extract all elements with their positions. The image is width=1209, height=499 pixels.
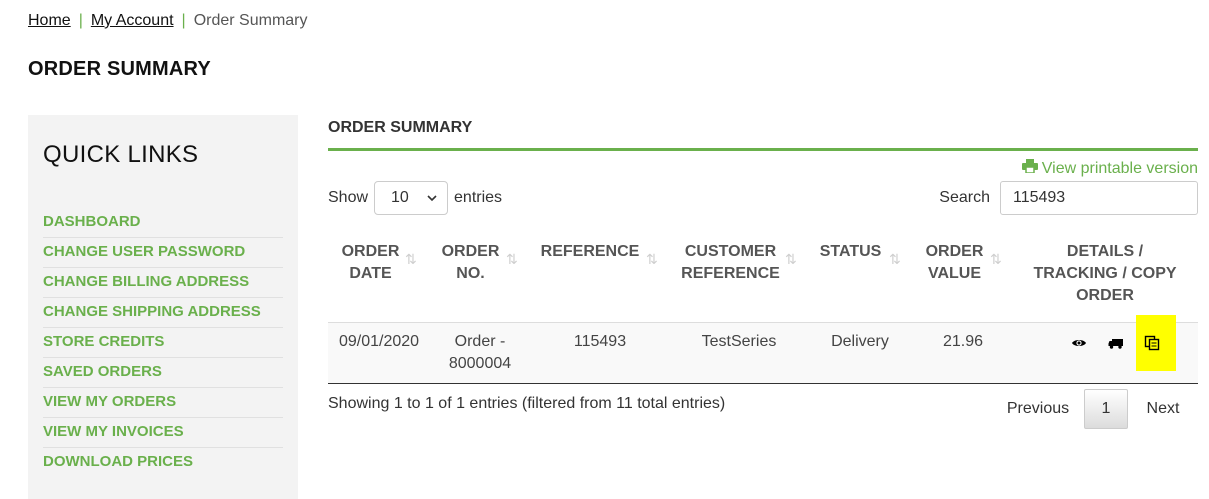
page-title: ORDER SUMMARY <box>28 58 211 80</box>
table-header-row: ORDER DATE ⇅ ORDER NO. ⇅ REFERENCE ⇅ CUS… <box>328 233 1198 323</box>
header-reference-line1: REFERENCE <box>540 243 640 260</box>
header-order-no[interactable]: ORDER NO. <box>438 241 503 285</box>
sidebar-item-change-user-password[interactable]: CHANGE USER PASSWORD <box>43 238 283 268</box>
sort-icon[interactable]: ⇅ <box>990 251 1002 268</box>
cell-order-no-line2: 8000004 <box>448 355 512 372</box>
sidebar-menu: DASHBOARD CHANGE USER PASSWORD CHANGE BI… <box>43 208 283 478</box>
header-order-value-line2: VALUE <box>927 265 982 282</box>
breadcrumb-separator: | <box>78 12 83 29</box>
previous-page-button[interactable]: Previous <box>992 389 1084 429</box>
orders-table: ORDER DATE ⇅ ORDER NO. ⇅ REFERENCE ⇅ CUS… <box>328 233 1198 384</box>
entries-select[interactable]: 10 <box>374 181 449 215</box>
cell-order-no: Order - 8000004 <box>436 331 524 375</box>
header-order-value-line1: ORDER <box>925 243 984 260</box>
header-reference[interactable]: REFERENCE <box>540 241 640 263</box>
cell-customer-reference: TestSeries <box>701 333 777 350</box>
cell-order-date: 09/01/2020 <box>338 333 420 350</box>
header-customer-reference-line1: CUSTOMER <box>684 243 777 260</box>
header-order-no-line2: NO. <box>456 265 485 282</box>
show-label: Show <box>328 189 369 206</box>
page-1-button[interactable]: 1 <box>1084 389 1128 429</box>
pagination: Previous 1 Next <box>992 389 1198 429</box>
search-control: Search 115493 <box>939 181 1198 215</box>
header-details-line3: ORDER <box>1076 287 1134 304</box>
chevron-down-icon <box>427 189 437 207</box>
entries-label: entries <box>454 189 503 206</box>
quick-links-sidebar: QUICK LINKS DASHBOARD CHANGE USER PASSWO… <box>28 115 298 499</box>
header-order-no-line1: ORDER <box>441 243 500 260</box>
table-controls: Show 10 entries Search 115493 <box>328 181 1198 215</box>
sort-icon[interactable]: ⇅ <box>785 251 797 268</box>
header-customer-reference[interactable]: CUSTOMER REFERENCE <box>678 241 783 285</box>
sidebar-item-store-credits[interactable]: STORE CREDITS <box>43 328 283 358</box>
header-status-line1: STATUS <box>819 243 882 260</box>
section-heading: ORDER SUMMARY <box>328 115 1198 151</box>
cell-status: Delivery <box>831 333 889 350</box>
sidebar-item-view-my-invoices[interactable]: VIEW MY INVOICES <box>43 418 283 448</box>
sidebar-item-saved-orders[interactable]: SAVED ORDERS <box>43 358 283 388</box>
header-order-date-line1: ORDER <box>341 243 400 260</box>
print-icon <box>1021 159 1038 178</box>
copy-icon[interactable] <box>1144 335 1160 351</box>
header-order-date-line2: DATE <box>349 265 392 282</box>
next-page-button[interactable]: Next <box>1128 389 1198 429</box>
search-input[interactable]: 115493 <box>1000 181 1198 215</box>
sort-icon[interactable]: ⇅ <box>405 251 417 268</box>
sidebar-item-change-shipping-address[interactable]: CHANGE SHIPPING ADDRESS <box>43 298 283 328</box>
header-status[interactable]: STATUS <box>818 241 883 263</box>
cell-order-value: 21.96 <box>942 333 984 350</box>
breadcrumb: Home | My Account | Order Summary <box>28 12 308 30</box>
truck-icon[interactable] <box>1108 335 1124 351</box>
breadcrumb-separator: | <box>181 12 186 29</box>
cell-reference: 115493 <box>573 333 627 350</box>
header-details-line2: TRACKING / COPY <box>1033 265 1177 282</box>
sidebar-title: QUICK LINKS <box>43 141 199 168</box>
sidebar-item-change-billing-address[interactable]: CHANGE BILLING ADDRESS <box>43 268 283 298</box>
sort-icon[interactable]: ⇅ <box>646 251 658 268</box>
breadcrumb-current: Order Summary <box>193 12 308 29</box>
header-order-date[interactable]: ORDER DATE <box>338 241 403 285</box>
sort-icon[interactable]: ⇅ <box>506 251 518 268</box>
header-details-line1: DETAILS / <box>1066 243 1144 260</box>
header-details: DETAILS / TRACKING / COPY ORDER <box>1028 241 1182 307</box>
sort-icon[interactable]: ⇅ <box>889 251 901 268</box>
entries-control: Show 10 entries <box>328 181 502 215</box>
sidebar-item-download-prices[interactable]: DOWNLOAD PRICES <box>43 448 283 478</box>
header-order-value[interactable]: ORDER VALUE <box>922 241 987 285</box>
printable-version-link[interactable]: View printable version <box>1021 159 1198 178</box>
sidebar-item-view-my-orders[interactable]: VIEW MY ORDERS <box>43 388 283 418</box>
table-row: 09/01/2020 Order - 8000004 115493 TestSe… <box>328 315 1198 384</box>
eye-icon[interactable] <box>1071 335 1087 351</box>
sidebar-item-dashboard[interactable]: DASHBOARD <box>43 208 283 238</box>
breadcrumb-account-link[interactable]: My Account <box>91 12 174 30</box>
order-summary-panel: ORDER SUMMARY View printable version Sho… <box>328 115 1198 429</box>
search-label: Search <box>939 189 990 206</box>
cell-order-no-line1: Order - <box>454 333 506 350</box>
breadcrumb-home-link[interactable]: Home <box>28 12 71 30</box>
header-customer-reference-line2: REFERENCE <box>681 265 780 282</box>
entries-value: 10 <box>391 189 409 206</box>
table-info: Showing 1 to 1 of 1 entries (filtered fr… <box>328 395 726 412</box>
printable-version-label: View printable version <box>1041 159 1198 177</box>
